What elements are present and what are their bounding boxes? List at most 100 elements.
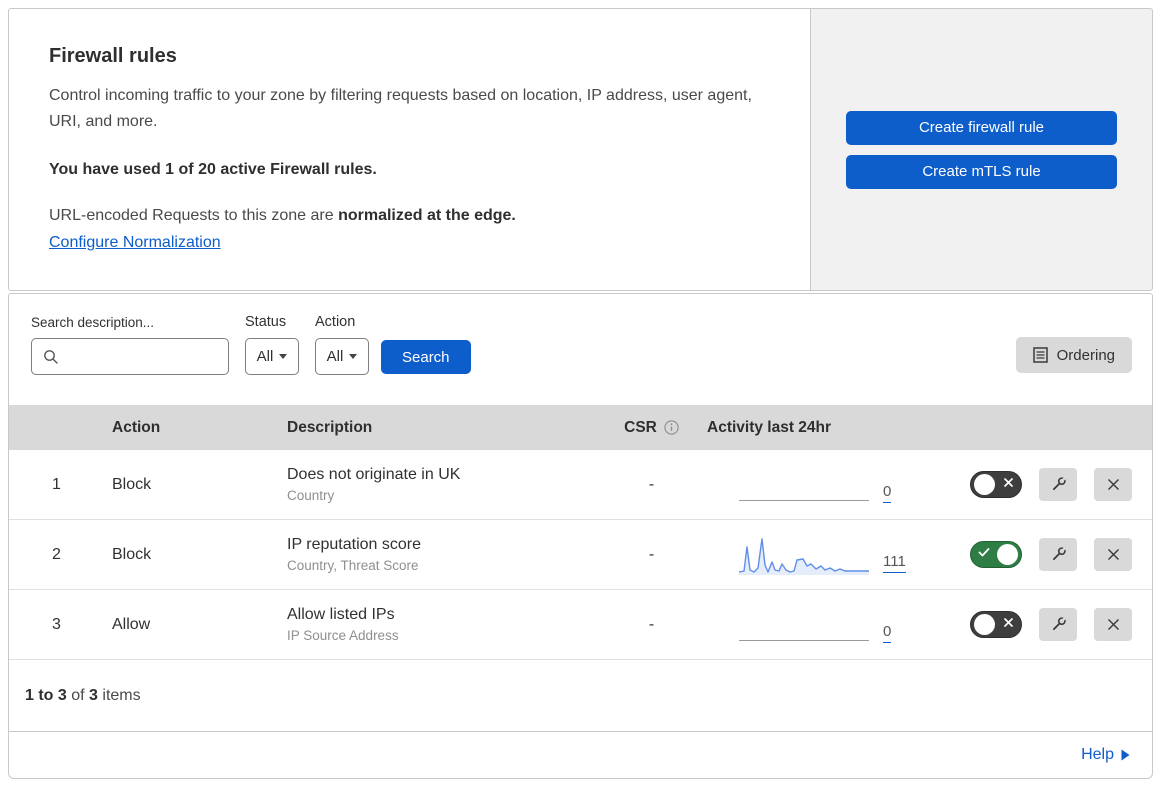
rule-controls xyxy=(934,608,1152,641)
rule-controls xyxy=(934,468,1152,501)
table-header: Action Description CSR Activity last 24h… xyxy=(9,405,1152,450)
activity-count-link[interactable]: 0 xyxy=(883,483,892,503)
rule-description-cell: Allow listed IPs IP Source Address xyxy=(279,606,604,643)
rule-action: Block xyxy=(112,545,152,563)
toggle-x-icon xyxy=(1004,618,1013,627)
intro-card: Firewall rules Control incoming traffic … xyxy=(8,8,811,291)
activity-count-link[interactable]: 111 xyxy=(883,553,906,573)
rule-description-cell: Does not originate in UK Country xyxy=(279,466,604,503)
rule-fields: Country, Threat Score xyxy=(287,558,419,573)
search-input[interactable] xyxy=(32,339,228,374)
page-title: Firewall rules xyxy=(49,45,177,67)
wrench-icon xyxy=(1052,547,1066,561)
action-filter-group: Action All xyxy=(315,314,369,375)
ordering-list-icon xyxy=(1032,347,1048,363)
rule-enabled-toggle[interactable] xyxy=(970,611,1022,638)
close-icon xyxy=(1107,619,1119,630)
rule-enabled-toggle[interactable] xyxy=(970,471,1022,498)
ordering-label: Ordering xyxy=(1056,346,1115,364)
edit-rule-button[interactable] xyxy=(1039,608,1077,641)
help-link[interactable]: Help xyxy=(1081,746,1130,764)
create-firewall-rule-button[interactable]: Create firewall rule xyxy=(846,110,1117,145)
activity-sparkline-empty xyxy=(739,605,869,645)
header-section: Firewall rules Control incoming traffic … xyxy=(8,8,1153,291)
ordering-button[interactable]: Ordering xyxy=(1015,337,1132,373)
toggle-knob xyxy=(974,614,995,635)
activity-sparkline xyxy=(738,535,869,575)
delete-rule-button[interactable] xyxy=(1094,608,1132,641)
chevron-down-icon xyxy=(279,354,288,359)
action-column-header: Action xyxy=(112,418,161,436)
filter-bar: Search description... Status All Action xyxy=(9,294,1152,405)
csr-header-label: CSR xyxy=(624,418,657,436)
delete-rule-button[interactable] xyxy=(1094,538,1132,571)
wrench-icon xyxy=(1052,617,1066,631)
action-label: Action xyxy=(315,314,356,330)
rule-priority: 2 xyxy=(52,545,61,563)
pagination-range: 1 to 3 xyxy=(25,686,67,704)
status-value: All xyxy=(256,348,274,365)
rule-description: Does not originate in UK xyxy=(287,466,461,483)
delete-rule-button[interactable] xyxy=(1094,468,1132,501)
toggle-x-icon xyxy=(1004,478,1013,487)
pagination-summary: 1 to 3 of 3 items xyxy=(9,660,1152,732)
status-filter-group: Status All xyxy=(245,314,299,375)
rule-priority: 1 xyxy=(52,475,61,493)
search-box xyxy=(31,338,229,375)
help-row: Help xyxy=(9,732,1152,778)
action-value: All xyxy=(326,348,344,365)
rule-controls xyxy=(934,538,1152,571)
table-row: 1 Block Does not originate in UK Country… xyxy=(9,450,1152,520)
rule-activity-cell: 0 xyxy=(699,605,934,645)
firewall-rules-page: Firewall rules Control incoming traffic … xyxy=(0,0,1161,787)
rule-fields: IP Source Address xyxy=(287,628,399,643)
rule-description: IP reputation score xyxy=(287,536,422,553)
triangle-right-icon xyxy=(1121,749,1130,761)
rule-action: Allow xyxy=(112,615,151,633)
rule-action: Block xyxy=(112,475,152,493)
rule-csr: - xyxy=(648,545,655,563)
configure-normalization-link[interactable]: Configure Normalization xyxy=(49,234,221,252)
search-group: Search description... xyxy=(31,315,229,375)
activity-sparkline-fill xyxy=(739,538,869,575)
search-button[interactable]: Search xyxy=(381,340,471,374)
pagination-of: of xyxy=(71,686,85,704)
normalization-bold: normalized at the edge. xyxy=(338,206,516,224)
status-select[interactable]: All xyxy=(245,338,299,375)
rule-priority: 3 xyxy=(52,615,61,633)
activity-column-header: Activity last 24hr xyxy=(707,418,832,436)
toggle-knob xyxy=(974,474,995,495)
rule-csr: - xyxy=(648,475,655,493)
rule-description: Allow listed IPs xyxy=(287,606,395,623)
normalization-text: URL-encoded Requests to this zone are no… xyxy=(49,207,770,225)
close-icon xyxy=(1107,549,1119,560)
usage-notice: You have used 1 of 20 active Firewall ru… xyxy=(49,160,377,178)
toggle-knob xyxy=(997,544,1018,565)
close-icon xyxy=(1107,479,1119,490)
rule-enabled-toggle[interactable] xyxy=(970,541,1022,568)
rule-csr: - xyxy=(648,615,655,633)
action-select[interactable]: All xyxy=(315,338,369,375)
create-mtls-rule-button[interactable]: Create mTLS rule xyxy=(846,154,1117,189)
edit-rule-button[interactable] xyxy=(1039,468,1077,501)
rule-fields: Country xyxy=(287,488,335,503)
activity-sparkline-empty xyxy=(739,465,869,505)
wrench-icon xyxy=(1052,477,1066,491)
pagination-items: items xyxy=(102,686,141,704)
table-row: 2 Block IP reputation score Country, Thr… xyxy=(9,520,1152,590)
page-description: Control incoming traffic to your zone by… xyxy=(49,87,752,130)
csr-column-header: CSR xyxy=(604,419,699,437)
rule-description-cell: IP reputation score Country, Threat Scor… xyxy=(279,536,604,573)
status-label: Status xyxy=(245,314,287,330)
rule-activity-cell: 0 xyxy=(699,465,934,505)
rules-card: Search description... Status All Action xyxy=(8,293,1153,779)
normalization-prefix: URL-encoded Requests to this zone are xyxy=(49,206,339,224)
search-icon xyxy=(44,350,58,364)
chevron-down-icon xyxy=(349,354,358,359)
toggle-check-icon xyxy=(978,548,990,557)
pagination-total: 3 xyxy=(89,686,98,704)
rule-activity-cell: 111 xyxy=(699,535,934,575)
activity-count-link[interactable]: 0 xyxy=(883,623,892,643)
edit-rule-button[interactable] xyxy=(1039,538,1077,571)
info-icon[interactable] xyxy=(664,420,679,435)
